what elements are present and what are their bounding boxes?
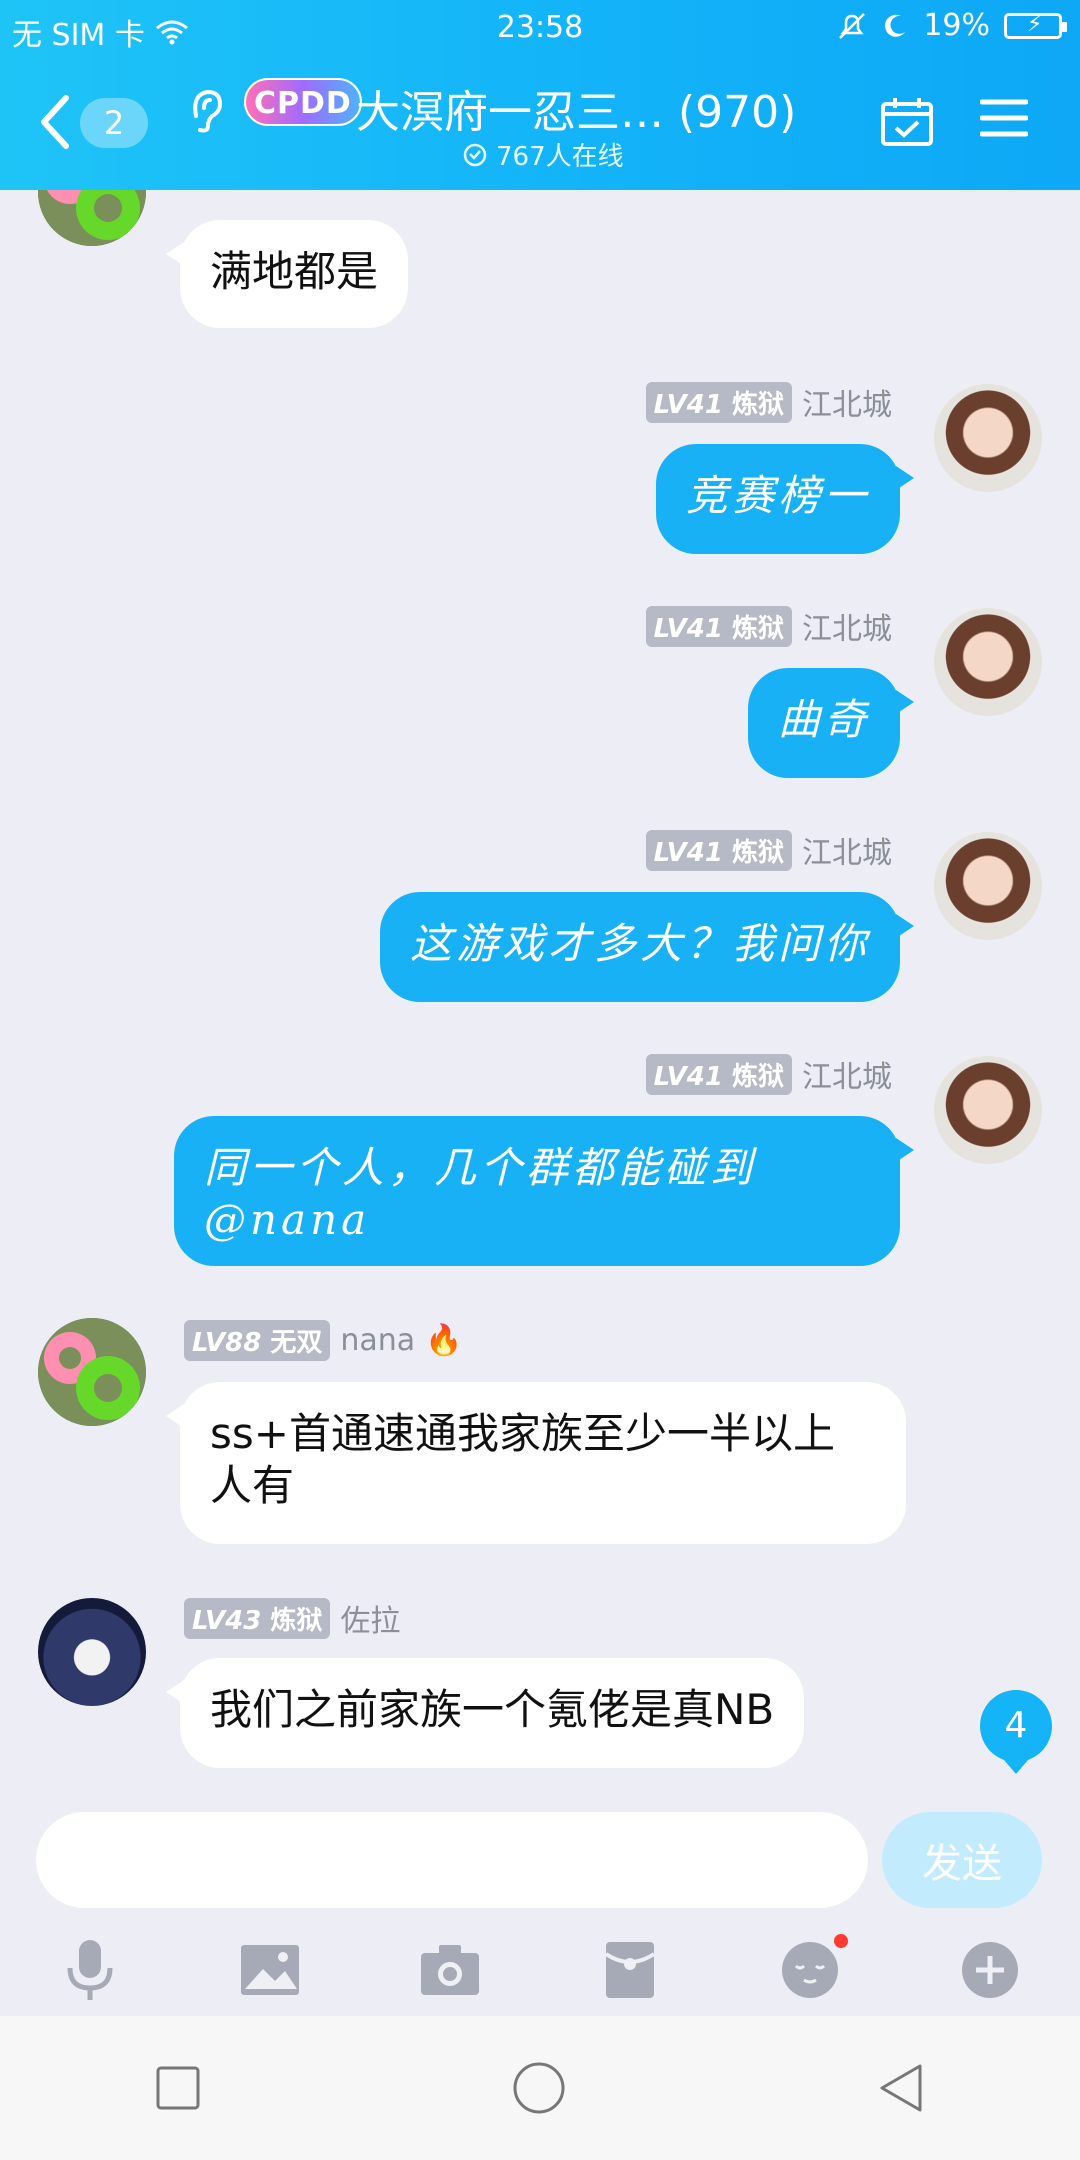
- input-toolbar: [0, 1920, 1080, 2020]
- message-text-line: ss+首通速通我家族至少一半以上: [210, 1409, 835, 1458]
- level-badge: LV88 无双: [184, 1320, 331, 1361]
- message-bubble[interactable]: 竞赛榜一: [655, 444, 915, 554]
- avatar[interactable]: [934, 384, 1042, 492]
- red-packet-icon: [604, 1942, 656, 1998]
- system-nav-bar: [0, 2016, 1080, 2160]
- menu-icon[interactable]: [980, 96, 1028, 140]
- avatar[interactable]: [934, 608, 1042, 716]
- camera-button[interactable]: [410, 1930, 490, 2010]
- message-bubble[interactable]: ss+首通速通我家族至少一半以上 人有: [166, 1382, 906, 1544]
- group-title[interactable]: 大溟府一忍三… (970): [356, 76, 796, 140]
- chat-header: 2 CPDD 大溟府一忍三… (970) 767人在线: [0, 56, 1080, 190]
- message-text: 这游戏才多大？我问你: [409, 919, 870, 968]
- ear-icon[interactable]: [186, 86, 226, 136]
- message-bubble[interactable]: 我们之前家族一个氪佬是真NB: [165, 1658, 805, 1768]
- chat-list[interactable]: 满地都是 LV41 炼狱 江北城 竞赛榜一 LV41 炼狱 江北城 曲奇 LV4…: [0, 190, 1080, 1800]
- mic-icon: [67, 1940, 113, 2000]
- sender-meta: LV41 炼狱 江北城: [645, 604, 892, 648]
- red-packet-button[interactable]: [590, 1930, 670, 2010]
- mute-bell-icon: [839, 12, 866, 39]
- back-triangle-icon[interactable]: [876, 2062, 926, 2114]
- avatar[interactable]: [38, 190, 146, 246]
- message-text: 我们之前家族一个氪佬是真NB: [210, 1685, 775, 1734]
- moon-icon: [885, 14, 906, 37]
- input-bar: 发送: [0, 1800, 1080, 1912]
- level-badge: LV41 炼狱: [645, 829, 792, 871]
- message-text: 满地都是: [210, 247, 379, 296]
- sender-name[interactable]: 江北城: [802, 1052, 892, 1096]
- swim-ring-image: [38, 1318, 146, 1426]
- level-badge: LV41 炼狱: [645, 605, 792, 647]
- status-bar: 无 SIM 卡 23:58 19% ⚡: [0, 0, 1080, 56]
- plus-button[interactable]: [950, 1930, 1030, 2010]
- online-count: 767人在线: [462, 136, 624, 173]
- plus-icon: [962, 1942, 1018, 1998]
- sender-meta: LV41 炼狱 江北城: [645, 1052, 892, 1096]
- message-input[interactable]: [36, 1812, 868, 1908]
- mention-link[interactable]: @nana: [204, 1194, 870, 1246]
- mic-button[interactable]: [50, 1930, 130, 2010]
- sender-meta: LV41 炼狱 江北城: [645, 380, 892, 424]
- message-text: 竞赛榜一: [685, 471, 870, 520]
- level-badge: LV41 炼狱: [645, 381, 792, 423]
- message-text-line: 同一个人，几个群都能碰到: [204, 1143, 757, 1192]
- sender-name[interactable]: 佐拉: [340, 1596, 400, 1640]
- sender-meta: LV43 炼狱 佐拉: [184, 1596, 400, 1640]
- fire-icon: 🔥: [425, 1323, 463, 1358]
- message-bubble[interactable]: 曲奇: [747, 668, 915, 778]
- avatar[interactable]: [934, 1056, 1042, 1164]
- notification-dot: [834, 1934, 848, 1948]
- emoji-icon: [782, 1942, 838, 1998]
- message-bubble[interactable]: 满地都是: [165, 220, 409, 328]
- battery-percent: 19%: [923, 8, 990, 43]
- unread-back-badge[interactable]: 2: [80, 98, 148, 148]
- level-badge: LV41 炼狱: [645, 1053, 792, 1095]
- image-icon: [241, 1945, 299, 1995]
- sender-name[interactable]: 江北城: [802, 828, 892, 872]
- sender-meta: LV88 无双 nana 🔥: [184, 1320, 463, 1361]
- message-bubble[interactable]: 这游戏才多大？我问你: [379, 892, 915, 1002]
- online-text: 767人在线: [496, 142, 624, 172]
- emoji-button[interactable]: [770, 1930, 850, 2010]
- home-icon[interactable]: [511, 2060, 567, 2116]
- send-button[interactable]: 发送: [882, 1812, 1042, 1908]
- sender-meta: LV41 炼狱 江北城: [645, 828, 892, 872]
- sender-name[interactable]: 江北城: [802, 380, 892, 424]
- recent-apps-icon[interactable]: [154, 2064, 202, 2112]
- cpdd-badge: CPDD: [244, 78, 362, 126]
- camera-icon: [421, 1945, 479, 1995]
- online-check-icon: [463, 143, 487, 166]
- level-badge: LV43 炼狱: [184, 1597, 331, 1639]
- message-text-line: 人有: [210, 1461, 295, 1510]
- avatar[interactable]: [38, 1598, 146, 1706]
- new-message-count[interactable]: 4: [980, 1690, 1052, 1774]
- message-text: 曲奇: [777, 695, 870, 744]
- calendar-check-icon[interactable]: [880, 96, 934, 146]
- message-bubble[interactable]: 同一个人，几个群都能碰到 @nana: [174, 1116, 914, 1266]
- avatar[interactable]: [38, 1318, 146, 1426]
- sender-name[interactable]: nana: [340, 1323, 415, 1358]
- image-button[interactable]: [230, 1930, 310, 2010]
- top-bar: 无 SIM 卡 23:58 19% ⚡ 2 CPDD 大溟府一忍三… (970)…: [0, 0, 1080, 190]
- back-arrow-icon[interactable]: [36, 92, 76, 152]
- sender-name[interactable]: 江北城: [802, 604, 892, 648]
- avatar[interactable]: [934, 832, 1042, 940]
- battery-icon: ⚡: [1004, 12, 1067, 39]
- swim-ring-image: [38, 190, 146, 246]
